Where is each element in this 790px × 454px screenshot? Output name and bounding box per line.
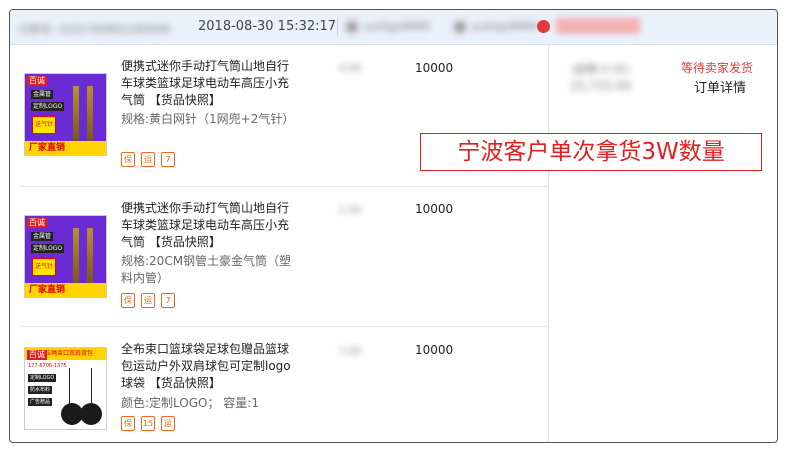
thumb-tag: 防水布料 [28,386,53,394]
thumb-tag: 广告赠品 [28,398,53,406]
bag-string [91,368,92,408]
unit-price: 1.00 [339,346,362,357]
fifteen-day-return-icon[interactable]: 15 [141,416,155,431]
product-spec: 颜色:定制LOGO； 容量:1 [121,396,259,410]
delivery-icon[interactable]: 运 [161,416,175,431]
service-icons: 保 15 运 [121,416,175,431]
product-title-link[interactable]: 全布束口篮球袋足球包赠品篮球包运动户外双肩球包可定制logo球袋 【货品快照】 [121,341,297,392]
column-divider [548,44,549,442]
thumb-phone: 177-6706-1375 [28,363,67,369]
order-item: 拉绳束口双肩背包 百诚 177-6706-1375 定制LOGO 防水布料 广告… [10,10,548,442]
chat-button[interactable] [556,18,640,34]
order-detail-link[interactable]: 订单详情 [694,77,746,96]
annotation-label: 宁波客户单次拿货3W数量 [420,133,762,171]
order-total: 25,733.00 [570,79,632,93]
order-card: 订单号: 2101784861185949 2018-08-30 15:32:1… [9,9,778,443]
order-status: 等待卖家发货 [681,61,754,75]
shipping-fee: (邮费:0.00) [571,63,630,76]
product-thumbnail[interactable]: 拉绳束口双肩背包 百诚 177-6706-1375 定制LOGO 防水布料 广告… [24,347,107,430]
thumb-tag: 定制LOGO [28,374,57,382]
ball-bag-graphic [80,403,102,425]
guarantee-icon[interactable]: 保 [121,416,135,431]
bag-string [69,368,70,408]
quantity: 10000 [415,343,454,357]
thumb-brand: 百诚 [27,350,47,360]
